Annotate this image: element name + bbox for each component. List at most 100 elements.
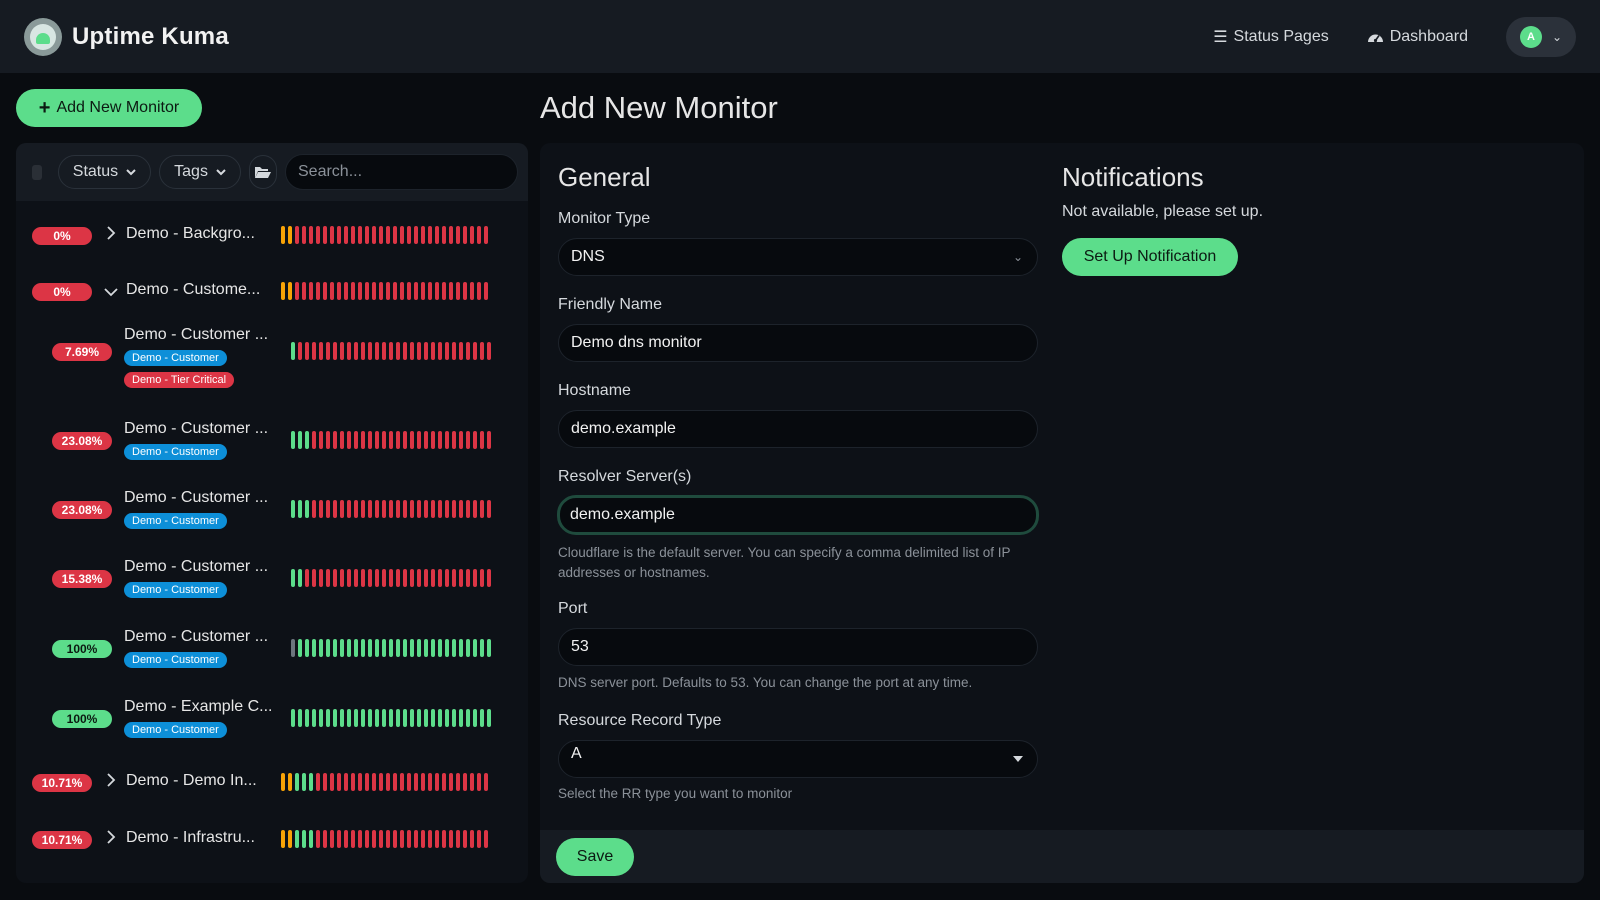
heartbeat-beat	[347, 431, 351, 449]
setup-notification-button[interactable]: Set Up Notification	[1062, 238, 1238, 276]
monitor-list-item[interactable]: 23.08% Demo - Customer ... Demo - Customer	[16, 489, 528, 547]
heartbeat-beat	[351, 773, 355, 791]
heartbeat-bar	[291, 639, 491, 657]
tags-filter-label: Tags	[174, 163, 208, 180]
heartbeat-beat	[477, 226, 481, 244]
monitor-tag: Demo - Customer	[124, 652, 227, 668]
heartbeat-beat	[417, 639, 421, 657]
profile-dropdown[interactable]: A ⌄	[1506, 16, 1576, 57]
heartbeat-beat	[452, 431, 456, 449]
heartbeat-beat	[358, 226, 362, 244]
heartbeat-beat	[326, 709, 330, 727]
heartbeat-beat	[463, 773, 467, 791]
uptime-percent-badge: 0%	[32, 283, 92, 301]
heartbeat-beat	[435, 773, 439, 791]
status-filter-label: Status	[72, 163, 119, 180]
monitor-list-item[interactable]: 15.38% Demo - Customer ... Demo - Customer	[16, 558, 528, 616]
heartbeat-beat	[309, 226, 313, 244]
heartbeat-beat	[417, 342, 421, 360]
monitor-list-toolbar: Status Tags	[16, 143, 528, 201]
heartbeat-beat	[354, 431, 358, 449]
heartbeat-beat	[459, 431, 463, 449]
nav-status-pages[interactable]: ☰ Status Pages	[1213, 27, 1329, 47]
heartbeat-bar	[291, 500, 491, 518]
uptime-percent-badge: 10.71%	[32, 831, 92, 849]
select-all-checkbox[interactable]	[32, 164, 42, 180]
chevron-down-icon[interactable]	[104, 284, 118, 300]
heartbeat-bar	[291, 569, 491, 587]
port-input[interactable]: 53	[558, 628, 1038, 666]
chevron-right-icon[interactable]	[107, 226, 116, 243]
resolver-server-input[interactable]: demo.example	[557, 495, 1039, 535]
save-button[interactable]: Save	[556, 838, 634, 876]
monitor-name: Demo - Example C...	[124, 698, 273, 715]
heartbeat-beat	[340, 639, 344, 657]
chevron-right-icon[interactable]	[107, 773, 116, 790]
heartbeat-beat	[424, 639, 428, 657]
heartbeat-beat	[456, 773, 460, 791]
heartbeat-beat	[347, 500, 351, 518]
monitor-list-item[interactable]: 100% Demo - Customer ... Demo - Customer	[16, 628, 528, 686]
heartbeat-beat	[403, 500, 407, 518]
brand[interactable]: Uptime Kuma	[24, 17, 229, 56]
monitor-name: Demo - Customer ...	[124, 489, 269, 506]
monitor-list-item[interactable]: 10.71% Demo - Infrastru...	[16, 827, 528, 883]
heartbeat-beat	[281, 226, 285, 244]
heartbeat-beat	[340, 500, 344, 518]
heartbeat-beat	[459, 639, 463, 657]
heartbeat-beat	[417, 431, 421, 449]
heartbeat-beat	[470, 226, 474, 244]
heartbeat-beat	[389, 569, 393, 587]
monitor-list-item[interactable]: 10.71% Demo - Demo In...	[16, 770, 528, 826]
heartbeat-beat	[424, 709, 428, 727]
chevron-down-icon	[126, 168, 136, 175]
heartbeat-beat	[463, 830, 467, 848]
monitor-type-select[interactable]: DNS ⌄	[558, 238, 1038, 276]
heartbeat-beat	[442, 773, 446, 791]
heartbeat-beat	[442, 830, 446, 848]
monitor-list-item[interactable]: 0% Demo - Backgro...	[16, 223, 528, 279]
status-filter-button[interactable]: Status	[57, 155, 152, 189]
heartbeat-beat	[375, 639, 379, 657]
tags-filter-button[interactable]: Tags	[159, 155, 241, 189]
heartbeat-beat	[466, 342, 470, 360]
heartbeat-beat	[281, 282, 285, 300]
friendly-name-input[interactable]: Demo dns monitor	[558, 324, 1038, 362]
heartbeat-beat	[386, 226, 390, 244]
monitor-list-item[interactable]: 7.69% Demo - Customer ... Demo - Customer D…	[16, 326, 528, 388]
hostname-value: demo.example	[571, 420, 676, 437]
chevron-right-icon[interactable]	[107, 830, 116, 847]
heartbeat-beat	[337, 773, 341, 791]
heartbeat-beat	[435, 282, 439, 300]
heartbeat-beat	[354, 342, 358, 360]
heartbeat-beat	[312, 500, 316, 518]
heartbeat-beat	[445, 431, 449, 449]
monitor-list-item[interactable]: 100% Demo - Example C... Demo - Customer	[16, 698, 528, 756]
heartbeat-beat	[473, 431, 477, 449]
notifications-empty-text: Not available, please set up.	[1062, 203, 1264, 220]
heartbeat-beat	[281, 830, 285, 848]
heartbeat-beat	[298, 342, 302, 360]
heartbeat-beat	[291, 709, 295, 727]
folder-filter-button[interactable]	[248, 155, 277, 189]
heartbeat-beat	[382, 342, 386, 360]
heartbeat-beat	[389, 431, 393, 449]
heartbeat-beat	[480, 639, 484, 657]
monitor-name: Demo - Infrastru...	[126, 829, 255, 846]
heartbeat-beat	[372, 830, 376, 848]
heartbeat-beat	[305, 569, 309, 587]
monitor-list-item[interactable]: 0% Demo - Custome...	[16, 279, 528, 335]
heartbeat-beat	[368, 431, 372, 449]
monitor-tag: Demo - Tier Critical	[124, 372, 235, 388]
heartbeat-beat	[410, 500, 414, 518]
rr-type-select[interactable]: A	[558, 740, 1038, 778]
heartbeat-beat	[379, 282, 383, 300]
nav-dashboard[interactable]: Dashboard	[1367, 28, 1468, 46]
add-new-monitor-button[interactable]: + Add New Monitor	[16, 89, 202, 127]
heartbeat-beat	[407, 282, 411, 300]
search-input[interactable]	[285, 154, 518, 190]
monitor-list-item[interactable]: 23.08% Demo - Customer ... Demo - Customer	[16, 420, 528, 478]
heartbeat-beat	[438, 500, 442, 518]
heartbeat-beat	[295, 830, 299, 848]
hostname-input[interactable]: demo.example	[558, 410, 1038, 448]
